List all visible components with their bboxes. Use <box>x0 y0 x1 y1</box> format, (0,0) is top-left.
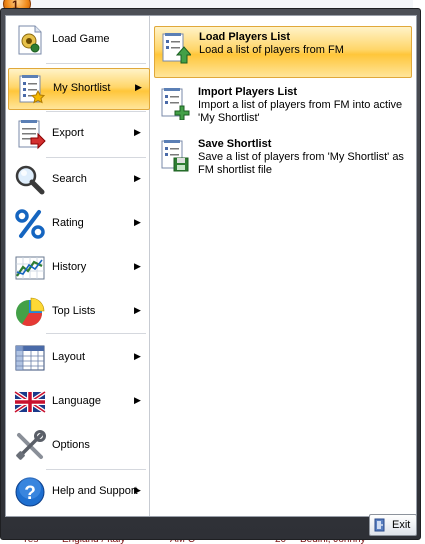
submenu-item-import-players-list[interactable]: Import Players List Import a list of pla… <box>154 82 410 132</box>
menu-item-load-game[interactable]: Load Game <box>8 20 148 60</box>
history-chart-icon <box>15 256 45 280</box>
layout-table-icon <box>15 345 45 371</box>
menu-item-top-lists[interactable]: Top Lists ▶ <box>8 292 148 332</box>
menu-item-export[interactable]: Export ▶ <box>8 114 148 154</box>
menu-item-search[interactable]: Search ▶ <box>8 160 148 200</box>
separator <box>46 469 146 470</box>
chevron-right-icon: ▶ <box>134 217 141 227</box>
submenu-item-save-shortlist[interactable]: Save Shortlist Save a list of players fr… <box>154 134 410 184</box>
shortlist-icon <box>19 75 46 104</box>
save-list-icon <box>161 140 189 172</box>
submenu-title: Import Players List <box>198 86 298 98</box>
separator <box>46 157 146 158</box>
menu-item-help-and-support[interactable]: ? Help and Support ▶ <box>8 472 148 512</box>
language-label: Language <box>52 395 101 407</box>
submenu-description: Save a list of players from 'My Shortlis… <box>198 151 404 176</box>
application-menu-body: Load Game My Shortlist ▶ Export ▶ Search… <box>5 15 417 517</box>
load-list-icon <box>162 33 191 64</box>
menu-item-my-shortlist[interactable]: My Shortlist ▶ <box>8 68 150 110</box>
menu-item-language[interactable]: Language ▶ <box>8 382 148 422</box>
load-game-label: Load Game <box>52 33 110 45</box>
export-label: Export <box>52 127 84 139</box>
export-icon <box>18 120 46 150</box>
uk-flag-icon <box>14 390 46 414</box>
menu-left-column: Load Game My Shortlist ▶ Export ▶ Search… <box>6 16 150 516</box>
submenu-title: Load Players List <box>199 31 291 43</box>
separator <box>46 63 146 64</box>
separator <box>46 333 146 334</box>
menu-item-layout[interactable]: Layout ▶ <box>8 338 148 378</box>
chevron-right-icon: ▶ <box>134 173 141 183</box>
submenu-title: Save Shortlist <box>198 138 272 150</box>
search-label: Search <box>52 173 87 185</box>
exit-label: Exit <box>392 519 411 531</box>
top-lists-label: Top Lists <box>52 305 96 317</box>
separator <box>46 111 146 112</box>
application-menu: Load Game My Shortlist ▶ Export ▶ Search… <box>0 8 421 540</box>
exit-button[interactable]: Exit <box>369 514 417 536</box>
menu-item-rating[interactable]: Rating ▶ <box>8 204 148 244</box>
search-icon <box>15 165 45 195</box>
pie-chart-icon <box>16 297 45 327</box>
chevron-right-icon: ▶ <box>134 261 141 271</box>
chevron-right-icon: ▶ <box>135 82 142 92</box>
submenu-description: Load a list of players from FM <box>199 44 344 56</box>
submenu-description: Import a list of players from FM into ac… <box>198 99 403 124</box>
rating-label: Rating <box>52 217 84 229</box>
history-label: History <box>52 261 87 273</box>
menu-item-history[interactable]: History ▶ <box>8 248 148 288</box>
my-shortlist-label: My Shortlist <box>53 82 111 94</box>
help-and-support-label: Help and Support <box>52 485 138 497</box>
help-icon: ? <box>15 477 45 507</box>
menu-item-options[interactable]: Options <box>8 426 148 466</box>
options-label: Options <box>52 439 90 451</box>
chevron-right-icon: ▶ <box>134 127 141 137</box>
chevron-right-icon: ▶ <box>134 485 141 495</box>
chevron-right-icon: ▶ <box>134 351 141 361</box>
tools-icon <box>16 430 46 460</box>
chevron-right-icon: ▶ <box>134 305 141 315</box>
chevron-right-icon: ▶ <box>134 395 141 405</box>
layout-label: Layout <box>52 351 86 363</box>
load-game-icon <box>18 25 42 55</box>
import-list-icon <box>161 88 190 120</box>
submenu-item-load-players-list[interactable]: Load Players List Load a list of players… <box>154 26 412 78</box>
svg-text:?: ? <box>24 483 36 504</box>
exit-door-icon <box>374 518 385 532</box>
submenu-panel: Load Players List Load a list of players… <box>151 16 416 516</box>
percent-icon <box>15 209 45 239</box>
